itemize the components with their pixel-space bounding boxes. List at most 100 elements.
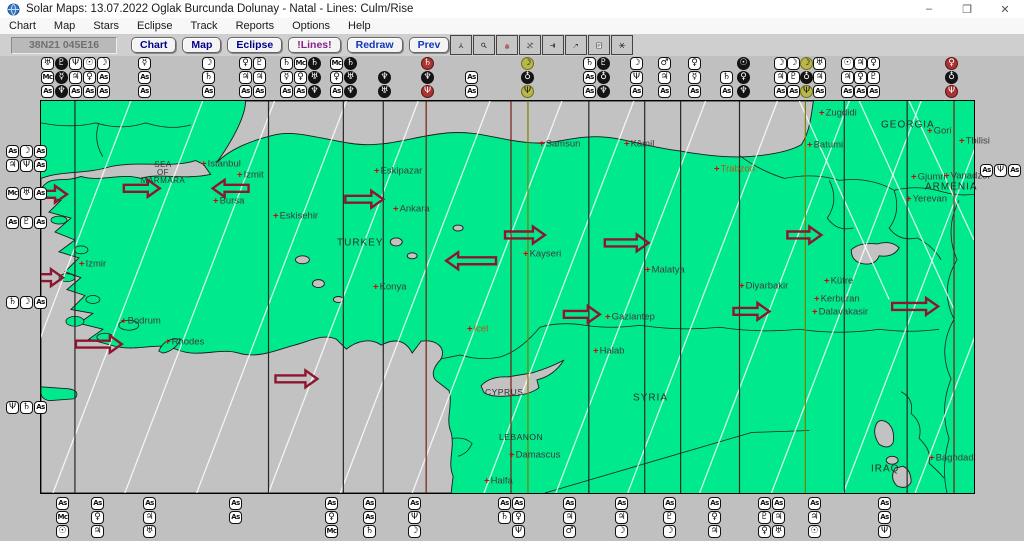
astro-glyph-planet[interactable]: Ψ <box>878 525 891 538</box>
astro-glyph-planet[interactable]: ♆ <box>308 85 321 98</box>
astro-glyph-planet[interactable]: ☉ <box>808 525 821 538</box>
astro-glyph-planet[interactable]: ☿ <box>280 71 293 84</box>
astro-glyph-As[interactable]: As <box>6 216 19 229</box>
astro-glyph-planet[interactable]: ☽ <box>20 296 33 309</box>
astro-glyph-As[interactable]: As <box>498 497 511 510</box>
astro-glyph-As[interactable]: As <box>841 85 854 98</box>
astro-glyph-As[interactable]: As <box>1008 164 1021 177</box>
astro-glyph-As[interactable]: As <box>408 497 421 510</box>
astro-glyph-As[interactable]: As <box>363 497 376 510</box>
pan-hand-icon[interactable] <box>496 35 519 55</box>
astro-glyph-planet[interactable]: ♆ <box>55 85 68 98</box>
map-canvas[interactable]: +Istanbul +Izmit +Bursa +Eskisehir +Eskipaza… <box>40 100 991 494</box>
astro-glyph-planet[interactable]: ♇ <box>253 57 266 70</box>
astro-glyph-planet[interactable]: Ψ <box>994 164 1007 177</box>
astro-glyph-planet[interactable]: Ψ <box>800 85 813 98</box>
astro-glyph-planet[interactable]: ♆ <box>378 71 391 84</box>
astro-glyph-As[interactable]: As <box>663 497 676 510</box>
astro-glyph-As[interactable]: As <box>69 85 82 98</box>
astro-glyph-planet[interactable]: ☽ <box>521 57 534 70</box>
astro-glyph-planet[interactable]: ♃ <box>563 511 576 524</box>
astro-glyph-As[interactable]: As <box>6 145 19 158</box>
astro-glyph-As[interactable]: As <box>813 85 826 98</box>
astro-glyph-As[interactable]: As <box>239 85 252 98</box>
astro-glyph-planet[interactable]: ♀ <box>854 71 867 84</box>
astro-glyph-planet[interactable]: ♄ <box>583 57 596 70</box>
astro-glyph-As[interactable]: As <box>138 85 151 98</box>
astro-glyph-As[interactable]: As <box>708 497 721 510</box>
astro-glyph-planet[interactable]: ♀ <box>325 511 338 524</box>
astro-glyph-planet[interactable]: ☉ <box>841 57 854 70</box>
astro-glyph-planet[interactable]: ♃ <box>772 511 785 524</box>
astro-glyph-As[interactable]: As <box>630 85 643 98</box>
astro-glyph-As[interactable]: As <box>808 497 821 510</box>
astro-glyph-planet[interactable]: Ψ <box>945 85 958 98</box>
close-button[interactable]: ✕ <box>986 0 1024 18</box>
map-button[interactable]: Map <box>182 37 222 53</box>
astro-glyph-As[interactable]: As <box>583 85 596 98</box>
astro-glyph-planet[interactable]: ♇ <box>867 71 880 84</box>
astro-glyph-planet[interactable]: ♅ <box>813 57 826 70</box>
astro-glyph-As[interactable]: As <box>583 71 596 84</box>
astro-glyph-As[interactable]: As <box>294 85 307 98</box>
menu-item-chart[interactable]: Chart <box>0 18 45 34</box>
astro-glyph-planet[interactable]: ♀ <box>708 511 721 524</box>
prev-button[interactable]: Prev <box>408 37 450 53</box>
astro-glyph-As[interactable]: As <box>97 71 110 84</box>
astro-glyph-As[interactable]: As <box>330 85 343 98</box>
astro-glyph-planet[interactable]: ♆ <box>597 85 610 98</box>
astro-glyph-As[interactable]: As <box>720 85 733 98</box>
astro-glyph-planet[interactable]: ♀ <box>867 57 880 70</box>
astro-glyph-As[interactable]: As <box>512 497 525 510</box>
astro-glyph-planet[interactable]: ♃ <box>854 57 867 70</box>
astro-glyph-planet[interactable]: ♀ <box>945 57 958 70</box>
astro-glyph-planet[interactable]: ♁ <box>597 71 610 84</box>
astro-glyph-As[interactable]: As <box>229 511 242 524</box>
astro-glyph-planet[interactable]: ♅ <box>378 85 391 98</box>
move-point-icon[interactable] <box>565 35 588 55</box>
astro-glyph-planet[interactable]: ♇ <box>758 511 771 524</box>
astro-glyph-planet[interactable]: ♃ <box>615 511 628 524</box>
astro-glyph-planet[interactable]: ♇ <box>597 57 610 70</box>
menu-item-stars[interactable]: Stars <box>84 18 128 34</box>
astro-glyph-planet[interactable]: ♃ <box>69 71 82 84</box>
astro-glyph-planet[interactable]: Ψ <box>512 525 525 538</box>
astro-glyph-planet[interactable]: ♄ <box>363 525 376 538</box>
astro-glyph-planet[interactable]: ♀ <box>758 525 771 538</box>
astro-glyph-planet[interactable]: Ψ <box>521 85 534 98</box>
redraw-button[interactable]: Redraw <box>346 37 403 53</box>
astro-glyph-planet[interactable]: ♃ <box>91 525 104 538</box>
astro-glyph-As[interactable]: As <box>772 497 785 510</box>
astro-glyph-planet[interactable]: Ψ <box>421 85 434 98</box>
astro-glyph-planet[interactable]: ♅ <box>143 525 156 538</box>
astro-glyph-planet[interactable]: ♆ <box>737 85 750 98</box>
astro-glyph-planet[interactable]: ♄ <box>280 57 293 70</box>
astro-glyph-As[interactable]: As <box>138 71 151 84</box>
astro-glyph-planet[interactable]: ♃ <box>253 71 266 84</box>
menu-item-reports[interactable]: Reports <box>227 18 284 34</box>
astro-glyph-planet[interactable]: ♁ <box>521 71 534 84</box>
astro-glyph-planet[interactable]: ♃ <box>813 71 826 84</box>
astro-glyph-planet[interactable]: ☉ <box>83 57 96 70</box>
astro-glyph-planet[interactable]: ☿ <box>138 57 151 70</box>
astro-glyph-planet[interactable]: ♇ <box>663 511 676 524</box>
astro-glyph-As[interactable]: As <box>143 497 156 510</box>
astro-glyph-planet[interactable]: ♃ <box>143 511 156 524</box>
astro-glyph-planet[interactable]: ♃ <box>239 71 252 84</box>
astro-glyph-planet[interactable]: ♇ <box>55 57 68 70</box>
asterisk-tool-icon[interactable] <box>611 35 634 55</box>
astro-glyph-planet[interactable]: ♀ <box>330 71 343 84</box>
astro-glyph-planet[interactable]: ♁ <box>945 71 958 84</box>
astro-glyph-planet[interactable]: ☽ <box>663 525 676 538</box>
astro-glyph-planet[interactable]: ♄ <box>344 57 357 70</box>
astro-glyph-planet[interactable]: ☽ <box>787 57 800 70</box>
astro-glyph-planet[interactable]: ♅ <box>772 525 785 538</box>
astro-glyph-As[interactable]: As <box>41 85 54 98</box>
astro-glyph-planet[interactable]: ♁ <box>800 71 813 84</box>
astro-glyph-planet[interactable]: Ψ <box>630 71 643 84</box>
astro-glyph-planet[interactable]: ♂ <box>563 525 576 538</box>
astro-glyph-As[interactable]: As <box>980 164 993 177</box>
astro-glyph-planet[interactable]: ♄ <box>720 71 733 84</box>
astro-glyph-planet[interactable]: ♄ <box>498 511 511 524</box>
astro-glyph-Mc[interactable]: Mc <box>294 57 307 70</box>
